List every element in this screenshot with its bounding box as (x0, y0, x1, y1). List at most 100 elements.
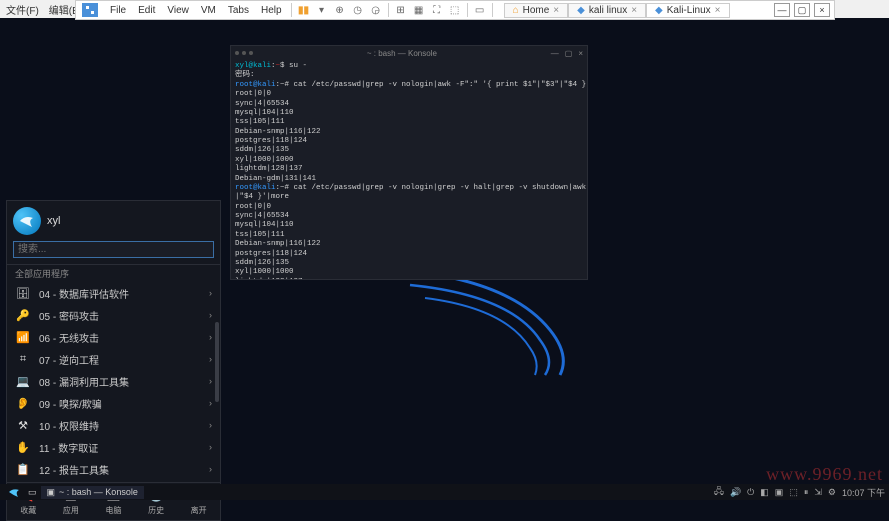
pause-icon[interactable]: ▮▮ (295, 1, 313, 19)
maximize-icon[interactable]: ▢ (565, 49, 573, 58)
send-keys-icon[interactable]: ⊕ (331, 1, 349, 19)
launcher-category-2[interactable]: 📶 06 - 无线攻击 › (7, 326, 220, 348)
chevron-right-icon: › (209, 310, 212, 320)
tray-icon-0[interactable]: 🖧 (714, 484, 724, 500)
snapshot-manager-icon[interactable]: ◶ (367, 1, 385, 19)
vmware-logo-icon (82, 3, 98, 17)
library-icon[interactable]: ▭ (471, 1, 489, 19)
kali-icon: ◆ (577, 5, 585, 16)
category-label: 06 - 无线攻击 (39, 330, 99, 345)
clock[interactable]: 10:07 下午 (842, 486, 885, 499)
close-icon[interactable]: × (715, 5, 721, 16)
task-label: ~ : bash — Konsole (59, 487, 138, 497)
category-icon: ⌗ (15, 351, 31, 367)
terminal-titlebar[interactable]: ~ : bash — Konsole — ▢ × (231, 46, 587, 60)
close-icon[interactable]: × (631, 5, 637, 16)
tray-icon-5[interactable]: ⬚ (789, 487, 798, 498)
snapshot-icon[interactable]: ◷ (349, 1, 367, 19)
show-desktop-button[interactable]: ▭ (24, 487, 41, 498)
system-tray: 🖧 🔊 ⏻ ◧ ▣ ⬚ ⏸ ⇲ ⚙ 10:07 下午 (714, 484, 885, 500)
tray-icon-2[interactable]: ⏻ (747, 487, 754, 498)
tab-label: Kali-Linux (667, 5, 711, 16)
fullscreen-icon[interactable]: ⛶ (428, 1, 446, 19)
tab-kali-linux-1[interactable]: ◆ kali linux × (568, 3, 646, 18)
category-icon: 🔑 (15, 307, 31, 323)
category-icon: 🗄 (15, 285, 31, 301)
host-menu-file[interactable]: 文件(F) (6, 2, 39, 17)
tray-icon-6[interactable]: ⏸ (804, 487, 809, 498)
terminal-body[interactable]: xyl@kali:~$ su -密码:root@kali:~# cat /etc… (231, 60, 587, 279)
window-controls: — ▢ × (774, 3, 834, 17)
section-all-apps: 全部应用程序 (7, 264, 220, 282)
chevron-right-icon: › (209, 420, 212, 430)
tray-icon-3[interactable]: ◧ (760, 487, 769, 498)
tab-kali-linux-2[interactable]: ◆ Kali-Linux × (646, 3, 729, 18)
close-button[interactable]: × (814, 3, 830, 17)
launcher-list: 🗄 04 - 数据库评估软件 › 🔑 05 - 密码攻击 › 📶 06 - 无线攻击 › ⌗ 07 … (7, 282, 220, 482)
launcher-category-5[interactable]: 👂09 - 嗅探/欺骗› (7, 392, 220, 414)
titlebar-menu-icon[interactable] (235, 51, 253, 55)
tab-home[interactable]: ⌂ Home × (504, 3, 569, 18)
category-icon: ⚒ (15, 417, 31, 433)
vmware-toolbar: File Edit View VM Tabs Help ▮▮ ▾ ⊕ ◷ ◶ ⊞… (75, 0, 835, 20)
vm-menu-edit[interactable]: Edit (132, 5, 161, 16)
chevron-right-icon: › (209, 332, 212, 342)
stretch-icon[interactable]: ⬚ (446, 1, 464, 19)
category-label: 04 - 数据库评估软件 (39, 286, 129, 301)
category-icon: ✋ (15, 439, 31, 455)
search-input[interactable] (13, 241, 214, 258)
chevron-right-icon: › (209, 376, 212, 386)
launcher-category-4[interactable]: 💻08 - 漏洞利用工具集› (7, 370, 220, 392)
vm-menu-view[interactable]: View (161, 5, 195, 16)
launcher-category-9[interactable]: 👥13 - Social Engineering Tools› (7, 480, 220, 482)
launcher-category-8[interactable]: 📋12 - 报告工具集› (7, 458, 220, 480)
power-dropdown-icon[interactable]: ▾ (313, 1, 331, 19)
kali-logo-icon (13, 207, 41, 235)
terminal-icon: ▣ (47, 487, 56, 498)
close-icon[interactable]: × (578, 49, 583, 58)
kali-panel: ▭ ▣ ~ : bash — Konsole 🖧 🔊 ⏻ ◧ ▣ ⬚ ⏸ ⇲ ⚙ 10:07 下午 (0, 484, 889, 500)
category-label: 11 - 数字取证 (39, 440, 98, 455)
maximize-button[interactable]: ▢ (794, 3, 810, 17)
category-icon: 💻 (15, 373, 31, 389)
username-label: xyl (47, 215, 60, 227)
tray-icon-8[interactable]: ⚙ (828, 487, 836, 498)
tray-icon-4[interactable]: ▣ (775, 487, 784, 498)
tray-icon-7[interactable]: ⇲ (814, 487, 822, 498)
kali-menu-icon (8, 486, 20, 498)
minimize-button[interactable]: — (774, 3, 790, 17)
chevron-right-icon: › (209, 398, 212, 408)
footer-label: 电脑 (105, 505, 121, 516)
unity-icon[interactable]: ⊞ (392, 1, 410, 19)
category-icon: 📶 (15, 329, 31, 345)
thumbnail-icon[interactable]: ▦ (410, 1, 428, 19)
scrollbar[interactable] (215, 322, 219, 402)
watermark: www.9969.net (766, 464, 883, 485)
kali-icon: ◆ (655, 5, 663, 16)
category-label: 05 - 密码攻击 (39, 308, 99, 323)
app-launcher: xyl 全部应用程序 🗄 04 - 数据库评估软件 › 🔑 05 - 密码攻击 › 📶 06 … (6, 200, 221, 521)
vm-menu-file[interactable]: File (104, 5, 132, 16)
category-label: 07 - 逆向工程 (39, 352, 99, 367)
vm-tabs: ⌂ Home × ◆ kali linux × ◆ Kali-Linux × (504, 3, 730, 18)
footer-label: 离开 (191, 505, 207, 516)
launcher-category-3[interactable]: ⌗07 - 逆向工程› (7, 348, 220, 370)
launcher-category-0[interactable]: 🗄04 - 数据库评估软件› (7, 282, 220, 304)
tab-label: Home (523, 5, 550, 16)
konsole-window[interactable]: ~ : bash — Konsole — ▢ × xyl@kali:~$ su … (230, 45, 588, 280)
close-icon[interactable]: × (553, 5, 559, 16)
vm-menu-help[interactable]: Help (255, 5, 288, 16)
vm-menu-vm[interactable]: VM (195, 5, 222, 16)
tray-icon-1[interactable]: 🔊 (730, 487, 741, 498)
taskbar-konsole[interactable]: ▣ ~ : bash — Konsole (41, 486, 144, 499)
terminal-title: ~ : bash — Konsole (367, 49, 437, 58)
chevron-right-icon: › (209, 442, 212, 452)
app-menu-button[interactable] (4, 486, 24, 498)
category-label: 09 - 嗅探/欺骗 (39, 396, 102, 411)
vm-menu-tabs[interactable]: Tabs (222, 5, 255, 16)
minimize-icon[interactable]: — (551, 49, 559, 58)
launcher-category-7[interactable]: ✋ 11 - 数字取证 › (7, 436, 220, 458)
launcher-category-1[interactable]: 🔑 05 - 密码攻击 › (7, 304, 220, 326)
footer-label: 收藏 (20, 505, 36, 516)
launcher-category-6[interactable]: ⚒10 - 权限维持› (7, 414, 220, 436)
